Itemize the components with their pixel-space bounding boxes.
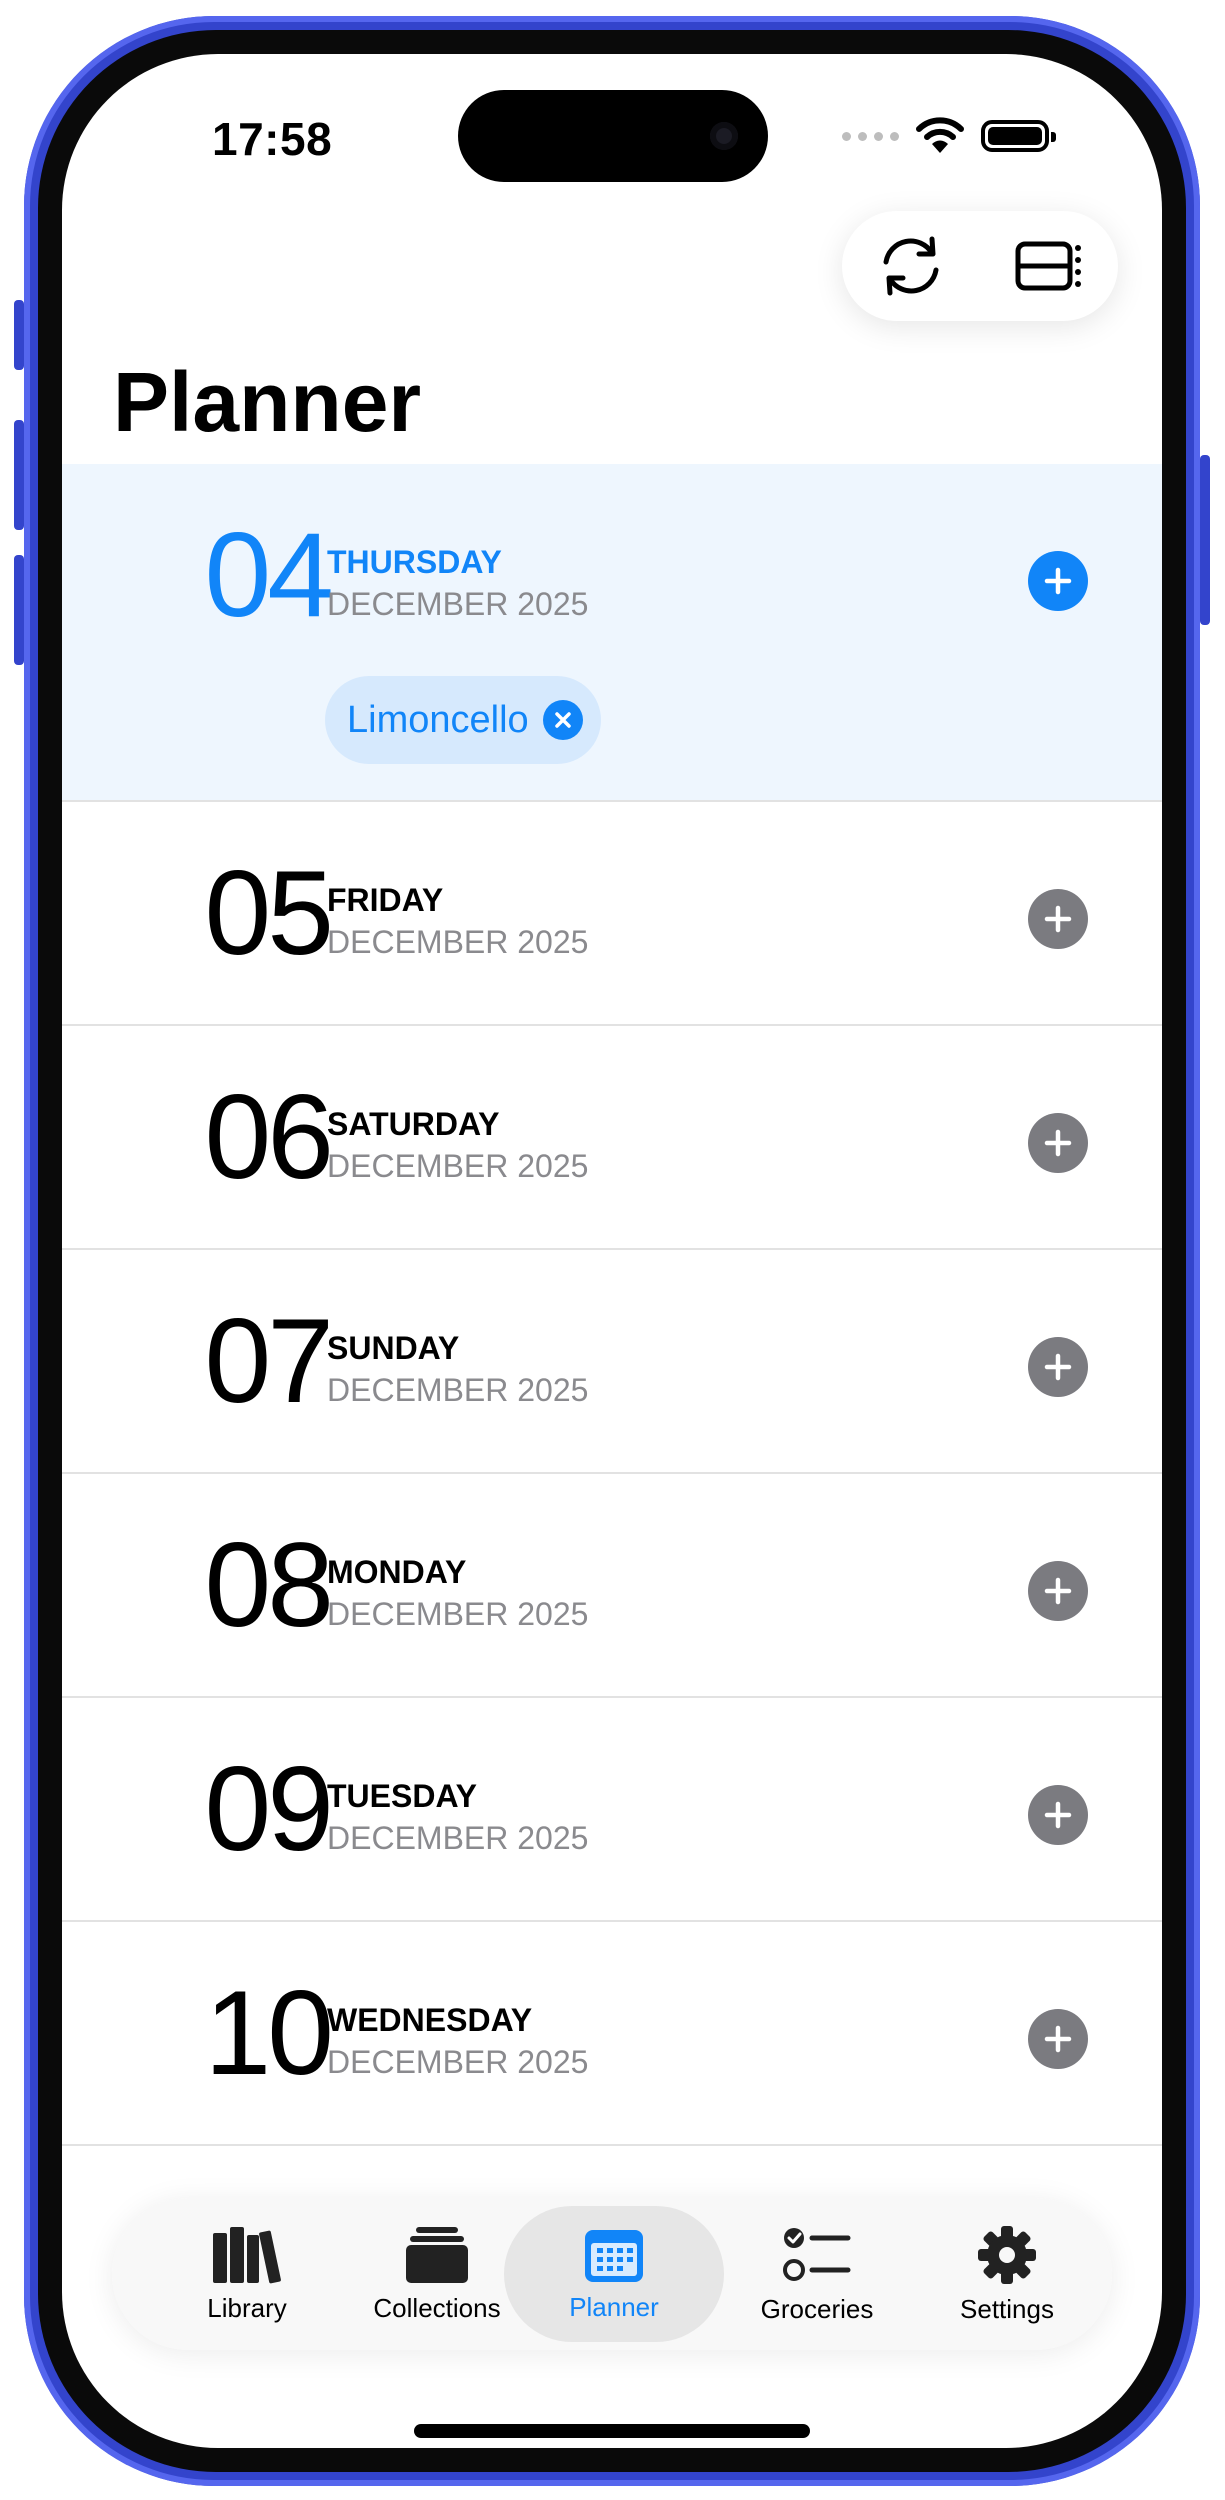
volume-down-button xyxy=(14,555,24,665)
home-indicator xyxy=(414,2424,810,2438)
day-number: 08 xyxy=(204,1518,334,1652)
day-number: 09 xyxy=(204,1742,334,1876)
plus-icon xyxy=(1044,1577,1072,1605)
day-number: 05 xyxy=(204,846,334,980)
weekday-label: TUESDAY xyxy=(327,1778,477,1814)
day-number: 07 xyxy=(204,1294,334,1428)
add-meal-button[interactable] xyxy=(1028,1113,1088,1173)
month-label: DECEMBER 2025 xyxy=(327,1372,589,1408)
gear-icon xyxy=(978,2225,1036,2284)
day-row[interactable]: 05 FRIDAY DECEMBER 2025 xyxy=(62,802,1162,1026)
month-label: DECEMBER 2025 xyxy=(327,1820,589,1856)
screen: 17:58 Planner 04 THURSDAY DECEMBER 2025 … xyxy=(62,54,1162,2448)
add-meal-button[interactable] xyxy=(1028,551,1088,611)
weekday-label: SATURDAY xyxy=(327,1106,500,1142)
month-label: DECEMBER 2025 xyxy=(327,1148,589,1184)
books-icon xyxy=(213,2226,281,2283)
tab-label: Collections xyxy=(373,2292,501,2323)
action-button xyxy=(14,300,24,370)
tab-settings[interactable]: Settings xyxy=(912,2198,1102,2350)
day-list: 04 THURSDAY DECEMBER 2025 Limoncello 05 … xyxy=(62,464,1162,2146)
month-label: DECEMBER 2025 xyxy=(327,586,589,622)
collections-icon xyxy=(406,2226,468,2283)
weekday-label: THURSDAY xyxy=(327,544,502,580)
close-icon xyxy=(554,712,571,728)
status-time: 17:58 xyxy=(212,113,333,165)
cellular-signal-icon xyxy=(842,131,899,141)
day-row[interactable]: 10 WEDNESDAY DECEMBER 2025 xyxy=(62,1922,1162,2146)
plus-icon xyxy=(1044,905,1072,933)
day-number: 06 xyxy=(204,1070,334,1204)
add-meal-button[interactable] xyxy=(1028,2009,1088,2069)
checklist-icon xyxy=(783,2227,851,2281)
weekday-label: MONDAY xyxy=(327,1554,467,1590)
month-label: DECEMBER 2025 xyxy=(327,2044,589,2080)
weekday-label: FRIDAY xyxy=(327,882,444,918)
tab-library[interactable]: Library xyxy=(152,2198,342,2350)
add-meal-button[interactable] xyxy=(1028,889,1088,949)
plus-icon xyxy=(1044,2025,1072,2053)
add-meal-button[interactable] xyxy=(1028,1785,1088,1845)
day-row[interactable]: 04 THURSDAY DECEMBER 2025 Limoncello xyxy=(62,464,1162,802)
dynamic-island xyxy=(458,90,768,182)
weekday-label: SUNDAY xyxy=(327,1330,460,1366)
plus-icon xyxy=(1044,567,1072,595)
day-number: 10 xyxy=(204,1966,334,2100)
toolbar xyxy=(842,211,1118,321)
month-label: DECEMBER 2025 xyxy=(327,1596,589,1632)
day-number: 04 xyxy=(204,508,334,642)
plus-icon xyxy=(1044,1129,1072,1157)
month-label: DECEMBER 2025 xyxy=(327,924,589,960)
tab-label: Library xyxy=(207,2292,287,2323)
day-row[interactable]: 06 SATURDAY DECEMBER 2025 xyxy=(62,1026,1162,1250)
remove-meal-button[interactable] xyxy=(542,700,583,740)
sync-button[interactable] xyxy=(861,216,961,316)
layout-button[interactable] xyxy=(999,216,1099,316)
volume-up-button xyxy=(14,420,24,530)
status-indicators xyxy=(842,114,1056,158)
tab-label: Settings xyxy=(960,2293,1054,2324)
day-row[interactable]: 09 TUESDAY DECEMBER 2025 xyxy=(62,1698,1162,1922)
sync-icon xyxy=(883,236,939,296)
tab-planner[interactable]: Planner xyxy=(504,2206,724,2342)
meal-chip-label: Limoncello xyxy=(347,698,529,741)
tab-label: Groceries xyxy=(760,2293,874,2324)
power-button xyxy=(1200,455,1210,625)
tab-groceries[interactable]: Groceries xyxy=(722,2198,912,2350)
page-title: Planner xyxy=(113,355,422,449)
meal-chip[interactable]: Limoncello xyxy=(325,676,601,764)
add-meal-button[interactable] xyxy=(1028,1561,1088,1621)
plus-icon xyxy=(1044,1353,1072,1381)
wifi-icon xyxy=(916,117,964,153)
weekday-label: WEDNESDAY xyxy=(327,2002,533,2038)
tab-label: Planner xyxy=(569,2291,659,2322)
day-row[interactable]: 08 MONDAY DECEMBER 2025 xyxy=(62,1474,1162,1698)
add-meal-button[interactable] xyxy=(1028,1337,1088,1397)
plus-icon xyxy=(1044,1801,1072,1829)
calendar-icon xyxy=(585,2229,643,2282)
tab-bar: Library Collections Planner Groceries Se… xyxy=(112,2198,1112,2350)
day-row[interactable]: 07 SUNDAY DECEMBER 2025 xyxy=(62,1250,1162,1474)
layout-toggle-icon xyxy=(1015,241,1081,291)
battery-icon xyxy=(981,120,1056,152)
camera-icon xyxy=(710,122,738,150)
